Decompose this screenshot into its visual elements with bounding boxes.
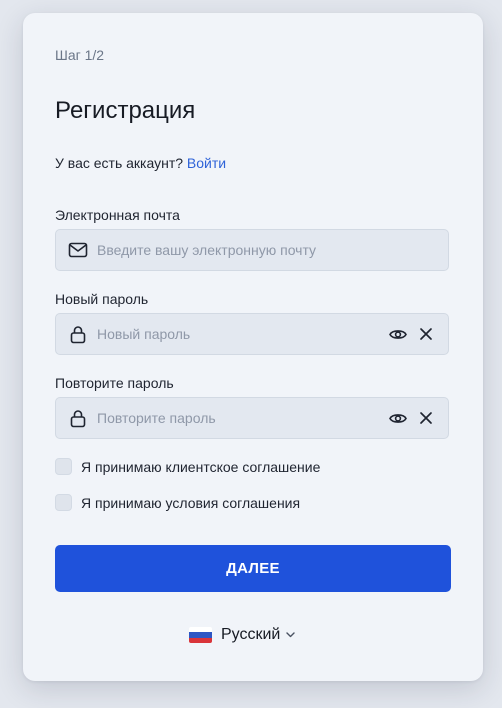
russia-flag-icon xyxy=(189,627,212,643)
mail-icon xyxy=(68,240,88,260)
client-agreement-label: Я принимаю клиентское соглашение xyxy=(81,458,321,475)
account-prompt-text: У вас есть аккаунт? xyxy=(55,155,184,171)
email-input[interactable] xyxy=(97,230,448,270)
client-agreement-checkbox-row[interactable]: Я принимаю клиентское соглашение xyxy=(55,458,320,475)
terms-agreement-label: Я принимаю условия соглашения xyxy=(81,494,301,511)
terms-agreement-checkbox-row[interactable]: Я принимаю условия соглашения xyxy=(55,494,300,511)
lock-icon xyxy=(68,324,88,344)
chevron-down-icon xyxy=(286,632,296,638)
password-repeat-label: Повторите пароль xyxy=(55,375,174,391)
password-repeat-input[interactable] xyxy=(97,398,388,438)
step-indicator: Шаг 1/2 xyxy=(55,47,105,63)
lock-icon xyxy=(68,408,88,428)
client-agreement-checkbox[interactable] xyxy=(55,458,72,475)
language-selector[interactable]: Русский xyxy=(189,626,296,644)
login-link[interactable]: Войти xyxy=(187,155,226,171)
next-button[interactable]: ДАЛЕЕ xyxy=(55,545,451,592)
eye-icon[interactable] xyxy=(388,324,408,344)
close-icon[interactable] xyxy=(416,408,436,428)
email-field[interactable] xyxy=(55,229,449,271)
password-field[interactable] xyxy=(55,313,449,355)
registration-card: Шаг 1/2 Регистрация У вас есть аккаунт? … xyxy=(23,13,483,681)
eye-icon[interactable] xyxy=(388,408,408,428)
terms-agreement-checkbox[interactable] xyxy=(55,494,72,511)
account-prompt-line: У вас есть аккаунт? Войти xyxy=(55,155,226,171)
password-input[interactable] xyxy=(97,314,388,354)
email-label: Электронная почта xyxy=(55,207,180,223)
language-label: Русский xyxy=(221,626,281,643)
password-label: Новый пароль xyxy=(55,291,149,307)
page-title: Регистрация xyxy=(55,97,196,124)
close-icon[interactable] xyxy=(416,324,436,344)
password-repeat-field[interactable] xyxy=(55,397,449,439)
